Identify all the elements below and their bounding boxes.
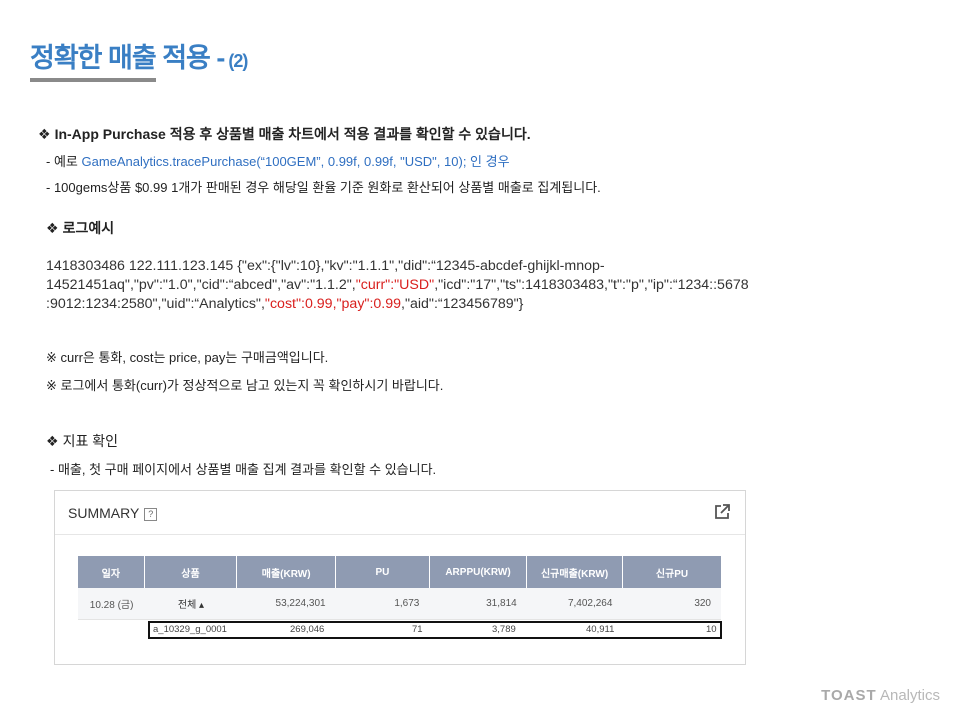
sub-sales: 269,046 <box>290 624 325 635</box>
table-header-row: 일자 상품 매출(KRW) PU ARPPU(KRW) 신규매출(KRW) 신규… <box>78 556 721 588</box>
cell-pu: 1,673 <box>335 588 430 620</box>
cell-product-toggle[interactable]: 전체 ▴ <box>144 588 237 620</box>
section3-heading: ❖ 지표 확인 <box>46 431 118 451</box>
example-code: GameAnalytics.tracePurchase(“100GEM”, 0.… <box>81 154 510 169</box>
example-prefix: - 예로 <box>46 154 82 169</box>
diamond-bullet-icon: ❖ <box>38 126 51 142</box>
diamond-bullet-icon: ❖ <box>46 433 59 449</box>
col-date[interactable]: 일자 <box>78 556 145 588</box>
col-new-sales[interactable]: 신규매출(KRW) <box>526 556 623 588</box>
page-title: 정확한 매출 적용 - (2) <box>30 36 248 75</box>
diamond-bullet-icon: ❖ <box>46 220 59 236</box>
summary-title-text: SUMMARY <box>68 505 140 521</box>
col-sales[interactable]: 매출(KRW) <box>236 556 337 588</box>
section1-note: - 100gems상품 $0.99 1개가 판매된 경우 해당일 환율 기준 원… <box>46 180 601 195</box>
log-line-2: 14521451aq","pv":"1.0","cid":“abced","av… <box>46 276 926 295</box>
cell-sales: 53,224,301 <box>236 588 336 620</box>
cell-arppu: 31,814 <box>429 588 527 620</box>
section3-desc: - 매출, 첫 구매 페이지에서 상품별 매출 집계 결과를 확인할 수 있습니… <box>50 462 437 477</box>
cell-new-sales: 7,402,264 <box>526 588 623 620</box>
section2-heading: ❖ 로그예시 <box>46 218 114 238</box>
section1-example: - 예로 GameAnalytics.tracePurchase(“100GEM… <box>46 151 510 170</box>
section3-heading-text: 지표 확인 <box>62 433 118 449</box>
section2-heading-text: 로그예시 <box>62 220 115 236</box>
log-line-1: 1418303486 122.111.123.145 {"ex":{"lv":1… <box>46 258 605 274</box>
sub-new-pu: 10 <box>706 624 717 635</box>
cell-date: 10.28 (금) <box>78 588 145 620</box>
col-arppu[interactable]: ARPPU(KRW) <box>429 556 528 588</box>
log-line-2-a: 14521451aq","pv":"1.0","cid":“abced","av… <box>46 277 356 293</box>
log-cost-highlight: "cost":0.99,"pay":0.99 <box>264 296 402 312</box>
sub-product: a_10329_g_0001 <box>153 624 227 635</box>
highlighted-product-row: a_10329_g_0001 269,046 71 3,789 40,911 1… <box>148 621 722 639</box>
summary-title: SUMMARY? <box>68 505 158 521</box>
help-icon[interactable]: ? <box>144 508 158 521</box>
log-note-2: ※ 로그에서 통화(curr)가 정상적으로 남고 있는지 꼭 확인하시기 바랍… <box>46 378 444 393</box>
sub-new-sales: 40,911 <box>586 624 615 635</box>
log-line-3-a: :9012:1234:2580","uid":“Analytics", <box>46 296 265 312</box>
log-curr-highlight: "curr":"USD" <box>355 277 435 293</box>
page-title-main: 정확한 매출 적용 - <box>30 43 225 73</box>
log-line-2-b: ,"icd":"17","ts":1418303483,"t":"p","ip"… <box>434 277 749 293</box>
external-link-icon[interactable] <box>713 503 731 521</box>
brand-logo: TOAST Analytics <box>821 687 940 704</box>
log-note-1: ※ curr은 통화, cost는 price, pay는 구매금액입니다. <box>46 350 329 365</box>
sub-pu: 71 <box>412 624 423 635</box>
log-example: 1418303486 122.111.123.145 {"ex":{"lv":1… <box>46 257 926 314</box>
cell-new-pu: 320 <box>622 588 721 620</box>
page-title-sub: (2) <box>228 51 248 71</box>
log-line-3-b: ,"aid":“123456789"} <box>401 296 524 312</box>
panel-divider <box>55 534 745 535</box>
section1-heading-text: In-App Purchase 적용 후 상품별 매출 차트에서 적용 결과를 … <box>54 126 531 142</box>
title-underline <box>30 78 156 82</box>
col-new-pu[interactable]: 신규PU <box>622 556 721 588</box>
table-row: 10.28 (금) 전체 ▴ 53,224,301 1,673 31,814 7… <box>78 588 721 620</box>
section1-heading: ❖ In-App Purchase 적용 후 상품별 매출 차트에서 적용 결과를… <box>38 124 531 144</box>
log-line-3: :9012:1234:2580","uid":“Analytics","cost… <box>46 295 926 314</box>
brand-toast: TOAST <box>821 687 877 704</box>
col-pu[interactable]: PU <box>335 556 430 588</box>
summary-panel: SUMMARY? 일자 상품 매출(KRW) PU ARPPU(KRW) 신규매… <box>54 490 746 665</box>
summary-table: 일자 상품 매출(KRW) PU ARPPU(KRW) 신규매출(KRW) 신규… <box>78 556 721 620</box>
col-product[interactable]: 상품 <box>144 556 238 588</box>
brand-analytics: Analytics <box>879 687 940 704</box>
sub-arppu: 3,789 <box>492 624 516 635</box>
